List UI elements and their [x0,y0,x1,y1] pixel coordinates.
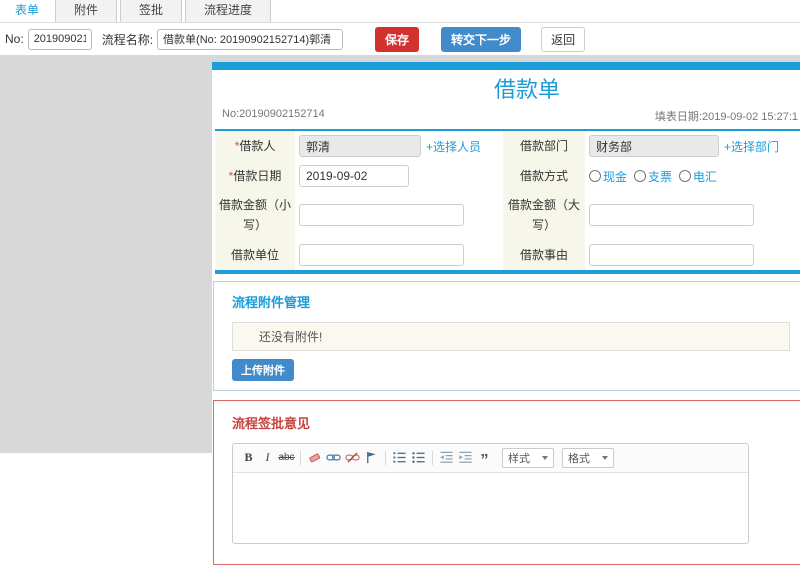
amount-upper-cell [585,191,800,240]
borrower-label-text: 借款人 [239,138,276,153]
borrow-unit-cell [295,240,503,272]
approval-section-title: 流程签批意见 [232,415,311,431]
link-button[interactable] [325,449,342,467]
outdent-button[interactable] [438,449,455,467]
borrow-date-cell [295,161,503,191]
numbered-list-button[interactable] [391,449,408,467]
bold-button[interactable]: B [240,449,257,467]
fill-date: 填表日期:2019-09-02 15:27:1 [654,111,798,123]
styles-dropdown-label: 样式 [508,452,530,465]
editor-content[interactable] [233,472,748,543]
process-name-label: 流程名称: [101,32,154,47]
borrower-cell: +选择人员 [295,130,503,161]
tab-approval[interactable]: 签批 [120,0,183,22]
editor-toolbar: B I abc ” 样式 格式 [233,443,748,473]
indent-button[interactable] [457,449,474,467]
table-row: 借款单位 借款事由 [215,239,800,272]
panel-accent-bar [212,62,800,70]
blockquote-button[interactable]: ” [476,449,493,468]
borrow-date-label: *借款日期 [215,161,295,191]
amount-lower-cell [295,191,503,240]
back-button[interactable]: 返回 [541,26,586,52]
borrow-reason-cell [585,240,800,272]
unlink-button[interactable] [344,449,361,467]
radio-wire-label[interactable]: 电汇 [693,168,717,185]
table-row: *借款人 +选择人员 借款部门 +选择部门 [215,130,800,161]
borrower-input[interactable] [299,135,421,157]
chevron-down-icon [602,455,608,460]
tab-progress[interactable]: 流程进度 [185,0,272,22]
borrow-date-input[interactable] [299,165,409,187]
amount-lower-label: 借款金额（小写） [215,191,295,240]
styles-dropdown[interactable]: 样式 [502,447,554,468]
no-label: No: [5,32,24,46]
page-background: 借款单 No:20190902152714 填表日期:2019-09-02 15… [0,55,800,565]
forward-next-button[interactable]: 转交下一步 [441,26,522,52]
attachment-section: 流程附件管理 还没有附件! 上传附件 [213,280,800,391]
radio-check-label[interactable]: 支票 [648,168,672,185]
italic-button[interactable]: I [259,449,276,467]
radio-check[interactable] [634,170,647,182]
borrow-method-label: 借款方式 [503,161,585,191]
bulleted-list-button[interactable] [410,449,427,467]
borrow-unit-label: 借款单位 [215,239,295,272]
radio-wire[interactable] [679,170,692,182]
borrower-label: *借款人 [215,130,295,161]
document-no: No:20190902152714 [222,108,325,120]
loan-form-table: *借款人 +选择人员 借款部门 +选择部门 *借款日期 借款方式 [215,129,800,274]
amount-upper-input[interactable] [589,204,754,227]
borrow-dept-cell: +选择部门 [585,130,800,161]
remove-format-button[interactable] [306,449,323,467]
attachment-empty-box: 还没有附件! [232,321,790,351]
format-dropdown-label: 格式 [568,452,590,465]
select-person-link[interactable]: +选择人员 [426,140,481,154]
borrow-date-label-text: 借款日期 [233,168,282,183]
attachment-section-title: 流程附件管理 [232,294,311,310]
radio-cash-label[interactable]: 现金 [603,168,627,185]
table-row: *借款日期 借款方式 现金 支票 电汇 [215,161,800,191]
approval-section: 流程签批意见 B I abc ” 样式 格式 [213,399,800,565]
rich-text-editor: B I abc ” 样式 格式 [232,442,749,544]
tab-form[interactable]: 表单 [2,0,53,22]
document-meta: No:20190902152714 填表日期:2019-09-02 15:27:… [212,106,800,129]
tab-bar: 表单 附件 签批 流程进度 [0,0,800,23]
tab-attachment[interactable]: 附件 [55,0,118,22]
loan-document-panel: 借款单 No:20190902152714 填表日期:2019-09-02 15… [212,62,800,565]
no-input[interactable] [27,28,92,50]
document-title: 借款单 [493,77,560,102]
chevron-down-icon [542,455,548,460]
select-dept-link[interactable]: +选择部门 [724,140,779,154]
borrow-method-cell: 现金 支票 电汇 [585,161,800,191]
borrow-dept-input[interactable] [589,135,719,157]
format-dropdown[interactable]: 格式 [562,447,614,468]
borrow-reason-label: 借款事由 [503,239,585,272]
table-row: 借款金额（小写） 借款金额（大写） [215,191,800,240]
process-header-bar: No: 流程名称: 保存 转交下一步 返回 [0,23,800,55]
amount-lower-input[interactable] [299,204,464,227]
radio-cash[interactable] [589,170,601,182]
borrow-dept-label: 借款部门 [503,130,585,161]
process-name-input[interactable] [157,28,344,50]
strikethrough-button[interactable]: abc [278,449,295,467]
upload-attachment-button[interactable]: 上传附件 [232,358,294,381]
save-button[interactable]: 保存 [375,26,420,52]
borrow-unit-input[interactable] [299,243,464,266]
borrow-reason-input[interactable] [589,243,754,266]
amount-upper-label: 借款金额（大写） [503,191,585,240]
anchor-button[interactable] [363,449,380,467]
